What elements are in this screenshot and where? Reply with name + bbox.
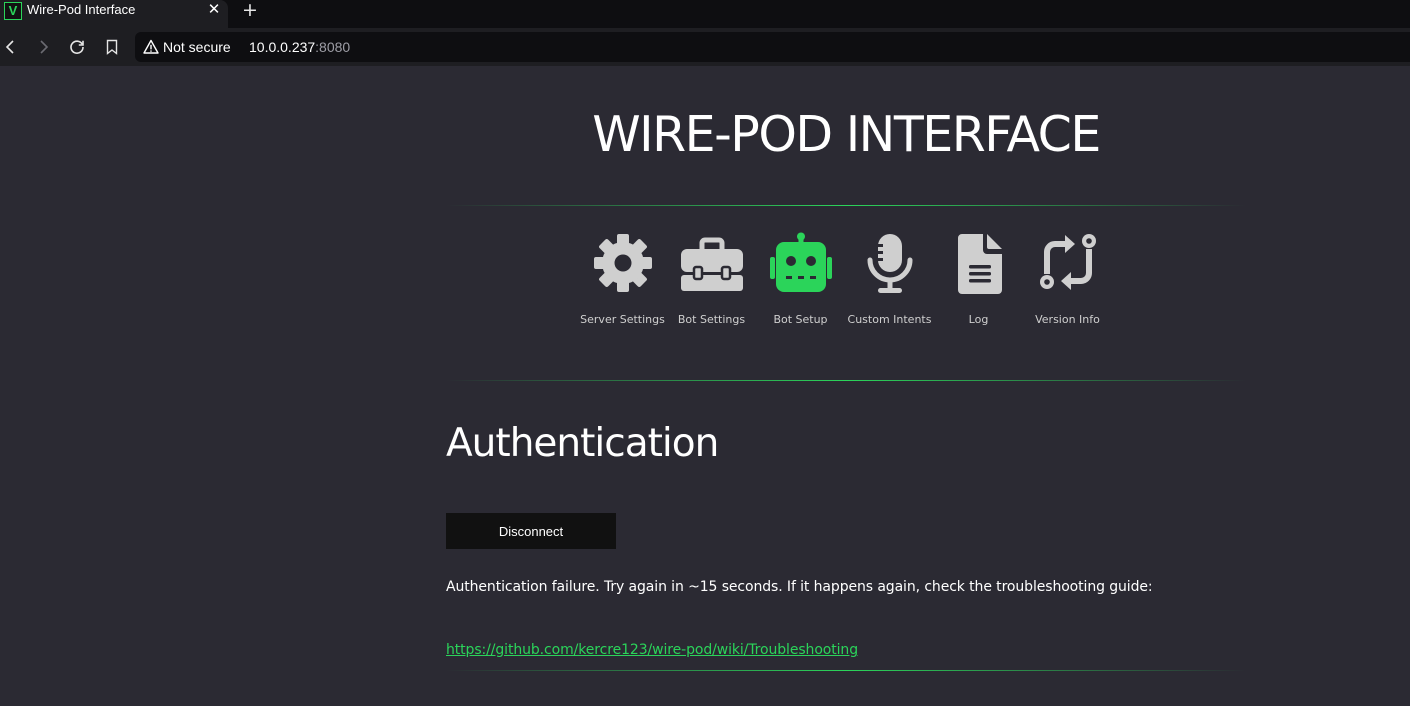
toolbox-icon xyxy=(681,237,743,291)
favicon-icon: V xyxy=(4,2,22,20)
section-heading: Authentication xyxy=(446,421,719,466)
nav-bot-settings[interactable]: Bot Settings xyxy=(667,232,756,332)
nav-label: Version Info xyxy=(1035,313,1100,326)
icon-nav: Server Settings Bot Settings Bot Setup C… xyxy=(576,232,1116,332)
divider xyxy=(446,205,1246,206)
page-content: WIRE-POD INTERFACE Server Settings Bot S… xyxy=(0,66,1410,706)
tab-strip: V Wire-Pod Interface ✕ + xyxy=(0,0,1410,28)
page-title: WIRE-POD INTERFACE xyxy=(592,106,1101,163)
error-message: Authentication failure. Try again in ~15… xyxy=(446,579,1153,595)
url-host: 10.0.0.237 xyxy=(249,39,316,55)
bookmark-icon xyxy=(106,39,118,55)
robot-icon xyxy=(770,232,832,292)
microphone-icon xyxy=(867,234,913,293)
nav-custom-intents[interactable]: Custom Intents xyxy=(845,232,934,332)
nav-version-info[interactable]: Version Info xyxy=(1023,232,1112,332)
disconnect-button[interactable]: Disconnect xyxy=(446,513,616,549)
back-button[interactable] xyxy=(1,37,21,57)
warning-icon xyxy=(143,39,159,54)
browser-tab[interactable]: V Wire-Pod Interface ✕ xyxy=(0,0,228,28)
reload-icon xyxy=(70,40,84,54)
address-bar[interactable]: Not secure 10.0.0.237:8080 xyxy=(135,32,1410,62)
reload-button[interactable] xyxy=(67,37,87,57)
tab-title: Wire-Pod Interface xyxy=(27,2,136,17)
sync-icon xyxy=(1040,234,1096,290)
divider xyxy=(446,670,1246,671)
chevron-left-icon xyxy=(5,40,14,54)
security-label[interactable]: Not secure xyxy=(163,39,231,55)
bookmark-button[interactable] xyxy=(102,37,122,57)
nav-log[interactable]: Log xyxy=(934,232,1023,332)
divider xyxy=(446,380,1246,381)
gear-icon xyxy=(594,234,652,292)
url-text[interactable]: 10.0.0.237:8080 xyxy=(249,39,350,55)
plus-icon[interactable]: + xyxy=(240,0,260,20)
forward-button[interactable] xyxy=(33,37,53,57)
close-icon[interactable]: ✕ xyxy=(206,1,222,17)
browser-toolbar: Not secure 10.0.0.237:8080 xyxy=(0,28,1410,66)
document-icon xyxy=(958,234,1002,294)
url-port: :8080 xyxy=(315,39,351,55)
nav-bot-setup[interactable]: Bot Setup xyxy=(756,232,845,332)
chevron-right-icon xyxy=(40,40,49,54)
troubleshooting-link[interactable]: https://github.com/kercre123/wire-pod/wi… xyxy=(446,642,858,658)
nav-server-settings[interactable]: Server Settings xyxy=(578,232,667,332)
